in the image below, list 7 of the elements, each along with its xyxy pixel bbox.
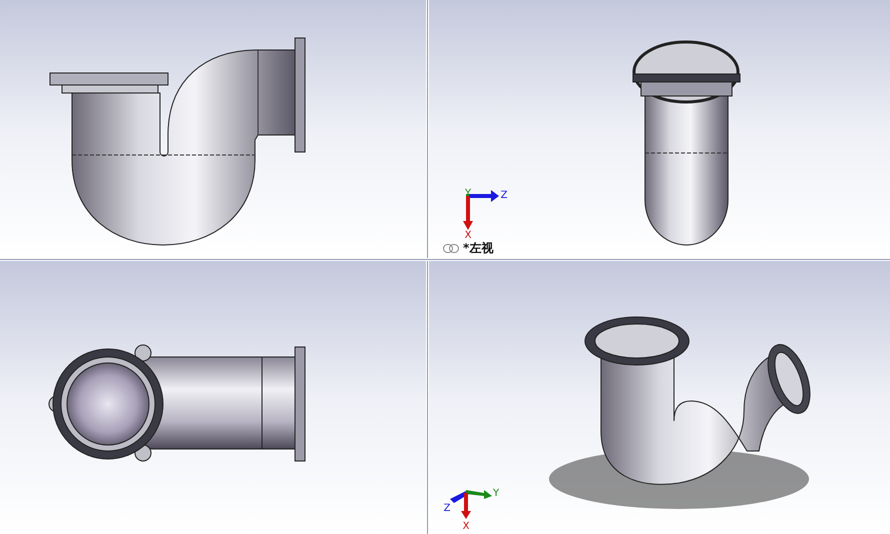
axis-label: Y xyxy=(492,488,500,499)
axis-label: Z xyxy=(444,503,450,514)
view-label: *左视 xyxy=(463,241,494,255)
axis-label: Z xyxy=(500,190,508,201)
link-icon[interactable] xyxy=(443,244,459,252)
axis-label: X xyxy=(464,230,472,241)
axis-label: X xyxy=(462,521,470,532)
